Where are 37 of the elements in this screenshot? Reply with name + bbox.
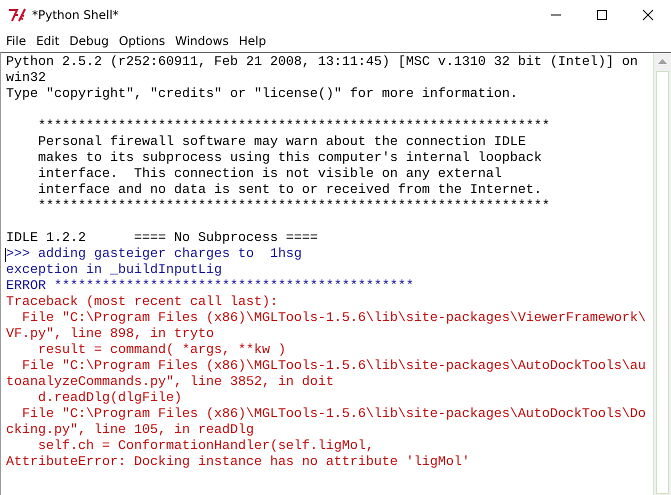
output-line: AttributeError: Docking instance has no attribute 'ligMol' bbox=[6, 455, 470, 471]
output-line: interface and no data is sent to or received from the Internet. bbox=[36, 183, 542, 199]
menu-item[interactable]: File bbox=[1, 32, 32, 50]
feather-icon bbox=[8, 7, 26, 23]
menu-item[interactable]: Debug bbox=[64, 32, 114, 50]
menu-item[interactable]: Help bbox=[234, 32, 272, 50]
output-line: win32 bbox=[6, 71, 46, 87]
menu-item[interactable]: Options bbox=[114, 32, 170, 50]
output-line: IDLE 1.2.2 ==== No Subprocess ==== bbox=[6, 231, 318, 247]
output-line: Python 2.5.2 (r252:60911, Feb 21 2008, 13:11:45) [MSC v.1310 32 bit (Intel)] on bbox=[6, 55, 638, 71]
output-line: Type "copyright", "credits" or "license()" for more information. bbox=[6, 87, 518, 103]
output-line: VF.py", line 898, in tryto bbox=[6, 327, 214, 343]
up-arrow-icon bbox=[658, 59, 667, 64]
output-line: self.ch = ConformationHandler(self.ligMol, bbox=[36, 439, 374, 455]
scroll-thumb[interactable] bbox=[656, 71, 669, 494]
output-line: toanalyzeCommands.py", line 3852, in doit bbox=[6, 375, 334, 391]
output-line: File "C:\Program Files (x86)\MGLTools-1.5.6\lib\site-packages\AutoDockTools\au bbox=[20, 359, 646, 375]
output-line: d.readDlg(dlgFile) bbox=[36, 391, 182, 407]
output-line: ERROR ********************************************* bbox=[6, 279, 414, 295]
menu-item[interactable]: Edit bbox=[31, 32, 64, 50]
menu-item[interactable]: Windows bbox=[170, 32, 234, 50]
output-line: File "C:\Program Files (x86)\MGLTools-1.5.6\lib\site-packages\AutoDockTools\Do bbox=[20, 407, 646, 423]
output-line: **************************************************************** bbox=[36, 199, 550, 215]
output-line: File "C:\Program Files (x86)\MGLTools-1.5.6\lib\site-packages\ViewerFramework\ bbox=[20, 311, 646, 327]
output-line: **************************************************************** bbox=[36, 119, 550, 135]
output-line: >>> adding gasteiger charges to 1hsg bbox=[6, 247, 302, 263]
output-line: result = command( *args, **kw ) bbox=[36, 343, 286, 359]
close-icon bbox=[642, 9, 654, 21]
window-title: *Python Shell* bbox=[32, 8, 120, 22]
maximize-icon bbox=[596, 9, 608, 21]
output-line: interface. This connection is not visible on any external bbox=[36, 167, 502, 183]
output-line: cking.py", line 105, in readDlg bbox=[6, 423, 254, 439]
output-line: makes to its subprocess using this computer's internal loopback bbox=[36, 151, 542, 167]
output-line: Traceback (most recent call last): bbox=[6, 295, 278, 311]
output-line: exception in _buildInputLig bbox=[6, 263, 222, 279]
output-line: Personal firewall software may warn about the connection IDLE bbox=[36, 135, 526, 151]
scrollbar[interactable] bbox=[653, 53, 671, 495]
